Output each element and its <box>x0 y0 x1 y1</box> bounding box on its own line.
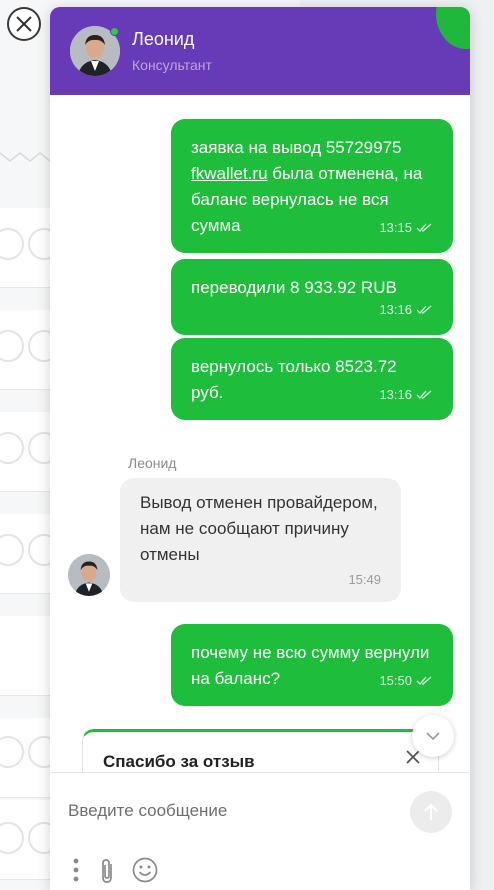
chat-widget: Леонид Консультант заявка на вывод 55729… <box>50 7 470 890</box>
message-time: 15:49 <box>348 572 381 587</box>
message-link[interactable]: fkwallet.ru <box>191 164 268 183</box>
message-input[interactable] <box>68 793 388 829</box>
rating-card-title: Спасибо за отзыв <box>103 752 255 771</box>
message-time: 15:50 <box>379 673 412 688</box>
send-arrow-icon <box>424 803 438 820</box>
message-meta: 13:16 <box>379 382 433 408</box>
message-time: 13:16 <box>379 302 412 317</box>
message-time: 13:15 <box>379 220 412 235</box>
incoming-message: Вывод отменен провайдером, нам не сообща… <box>120 478 401 602</box>
outgoing-message: заявка на вывод 55729975 fkwallet.ru был… <box>171 119 453 253</box>
paperclip-icon[interactable] <box>97 857 117 885</box>
message-composer <box>50 772 470 890</box>
double-check-icon <box>416 676 432 685</box>
double-check-icon <box>416 223 432 232</box>
close-chat-button[interactable] <box>7 7 41 41</box>
agent-message-avatar <box>68 554 110 596</box>
message-text: вернулось только 8523.72 руб. <box>191 357 397 402</box>
message-meta: 13:16 <box>379 297 433 323</box>
emoji-icon[interactable] <box>132 857 158 883</box>
header-corner-accent <box>436 7 470 49</box>
outgoing-message: вернулось только 8523.72 руб. 13:16 <box>171 338 453 420</box>
message-text: заявка на вывод 55729975 <box>191 138 402 157</box>
outgoing-message: почему не всю сумму вернули на баланс? 1… <box>171 624 453 706</box>
chevron-down-icon <box>426 732 440 741</box>
double-check-icon <box>416 305 432 314</box>
more-vertical-icon[interactable] <box>72 857 80 883</box>
chat-header: Леонид Консультант <box>50 7 470 95</box>
agent-name: Леонид <box>132 29 195 49</box>
message-text: Вывод отменен провайдером, нам не сообща… <box>140 493 378 564</box>
message-meta: 15:50 <box>379 668 433 694</box>
message-list: заявка на вывод 55729975 fkwallet.ru был… <box>50 95 470 789</box>
outgoing-message: переводили 8 933.92 RUB 13:16 <box>171 259 453 335</box>
sender-name: Леонид <box>128 455 177 471</box>
message-time: 13:16 <box>379 387 412 402</box>
scroll-down-button[interactable] <box>412 715 454 757</box>
online-status-dot <box>110 27 119 36</box>
double-check-icon <box>416 390 432 399</box>
message-text: переводили 8 933.92 RUB <box>191 278 397 297</box>
close-icon <box>16 16 32 32</box>
message-meta: 13:15 <box>379 215 433 241</box>
agent-role: Консультант <box>132 57 212 73</box>
send-button[interactable] <box>410 791 452 833</box>
